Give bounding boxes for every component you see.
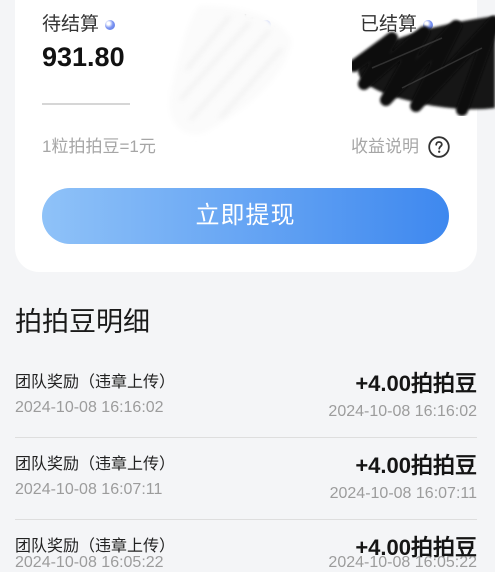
earnings-summary-card: 待结算 提现中 已结算 931.80 1粒拍拍豆=1元 收益说明 立即提现 — [15, 0, 477, 272]
detail-list-item: 团队奖励（违章上传） 2024-10-08 16:07:11 +4.00拍拍豆 … — [0, 453, 495, 513]
status-dot-icon — [105, 20, 116, 30]
status-dot-icon — [261, 20, 272, 30]
detail-item-amount: +4.00拍拍豆 — [355, 453, 477, 478]
list-divider — [15, 437, 477, 438]
pending-settlement-value: 931.80 — [42, 42, 125, 72]
detail-item-time: 2024-10-08 16:07:11 — [15, 481, 163, 498]
withdraw-now-button[interactable]: 立即提现 — [42, 188, 449, 244]
detail-item-amount: +4.00拍拍豆 — [355, 371, 477, 396]
detail-item-title: 团队奖励（违章上传） — [15, 374, 176, 391]
value-underline — [42, 103, 130, 105]
summary-column-pending: 待结算 — [42, 13, 116, 37]
pending-settlement-label: 待结算 — [42, 14, 100, 35]
detail-list-item: 团队奖励（违章上传） 2024-10-08 16:16:02 +4.00拍拍豆 … — [0, 371, 495, 431]
details-section-title: 拍拍豆明细 — [15, 307, 150, 337]
detail-list-item: 团队奖励（违章上传） 2024-10-08 16:05:22 +4.00拍拍豆 … — [0, 535, 495, 572]
detail-item-time: 2024-10-08 16:16:02 — [15, 399, 164, 416]
detail-item-title: 团队奖励（违章上传） — [15, 456, 176, 473]
detail-item-time: 2024-10-08 16:05:22 — [15, 554, 164, 571]
status-dot-icon — [423, 20, 434, 30]
summary-column-settled: 已结算 — [360, 13, 434, 37]
withdrawing-label: 提现中 — [198, 14, 256, 35]
settled-label: 已结算 — [360, 14, 418, 35]
detail-item-amount-time: 2024-10-08 16:05:22 — [328, 554, 477, 571]
detail-item-amount-time: 2024-10-08 16:16:02 — [328, 403, 477, 420]
list-divider — [15, 519, 477, 520]
help-circle-icon[interactable] — [428, 136, 450, 158]
detail-item-amount-time: 2024-10-08 16:07:11 — [329, 485, 477, 502]
exchange-rate-text: 1粒拍拍豆=1元 — [42, 137, 156, 156]
summary-column-withdrawing: 提现中 — [198, 13, 272, 37]
earnings-help-label[interactable]: 收益说明 — [351, 136, 419, 158]
earnings-help-link[interactable]: 收益说明 — [351, 136, 450, 158]
